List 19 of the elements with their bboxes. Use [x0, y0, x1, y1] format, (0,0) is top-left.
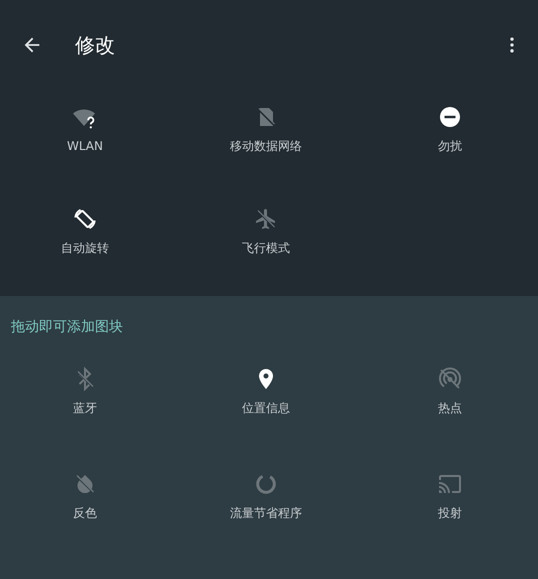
tile-label: 移动数据网络 [230, 138, 302, 154]
section-heading: 拖动即可添加图块 [10, 318, 124, 337]
minus-circle-icon[interactable] [438, 105, 462, 129]
airplane-off-icon[interactable] [254, 207, 278, 231]
ring-icon[interactable] [254, 472, 278, 496]
tile-label: 投射 [438, 505, 462, 521]
hotspot-off-icon[interactable] [438, 367, 462, 391]
tile-label: 反色 [73, 505, 97, 521]
tile-label: 飞行模式 [242, 240, 290, 256]
toolbar-title: 修改 [75, 32, 116, 58]
cast-icon[interactable] [438, 472, 462, 496]
tile-label: WLAN [66, 138, 103, 154]
tile-label: 热点 [438, 400, 462, 416]
rotate-icon[interactable] [73, 207, 97, 231]
tile-label: 勿扰 [438, 138, 462, 154]
tile-label: 自动旋转 [61, 240, 109, 256]
tile-label: 位置信息 [242, 400, 290, 416]
tile-label: 流量节省程序 [230, 505, 302, 521]
tile-label: 蓝牙 [73, 400, 97, 416]
